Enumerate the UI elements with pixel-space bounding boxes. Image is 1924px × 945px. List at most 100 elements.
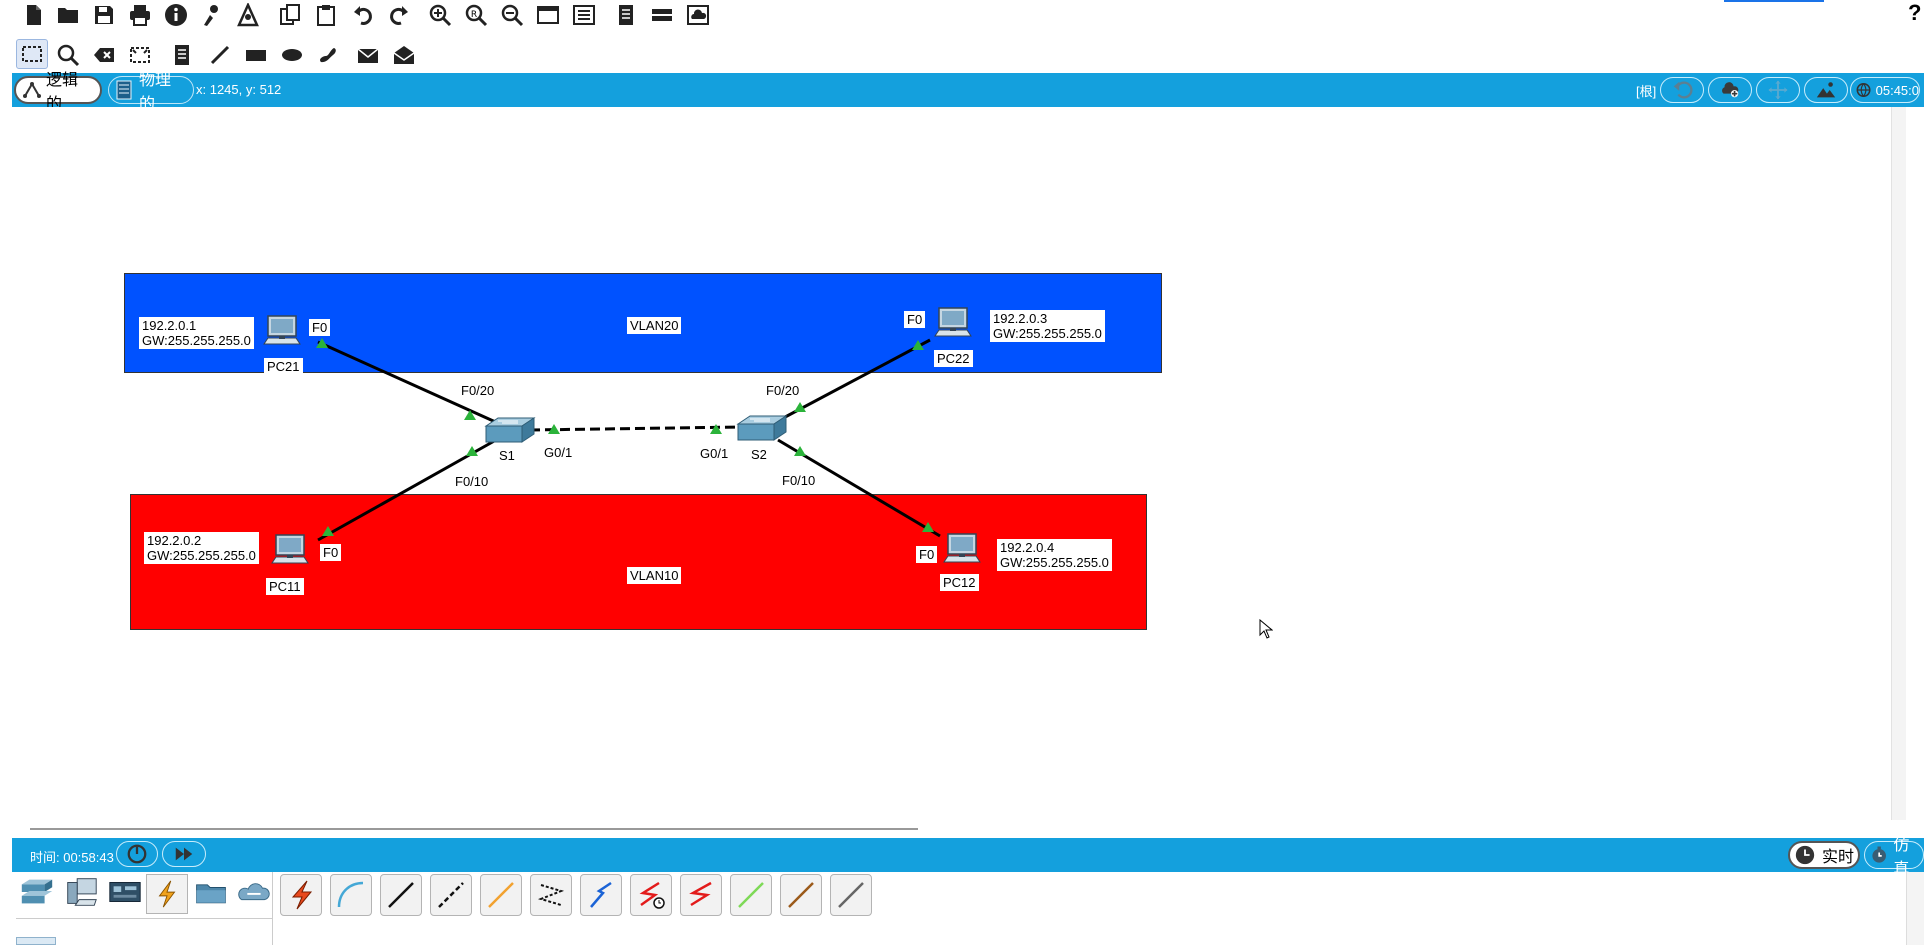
activity-wizard-icon[interactable] <box>198 1 226 29</box>
edit-toolbar <box>0 36 1924 72</box>
cable-serial-dte[interactable] <box>680 874 722 916</box>
realtime-mode-button[interactable]: 实时 <box>1788 841 1860 869</box>
print-icon[interactable] <box>126 1 154 29</box>
category-divider <box>16 918 272 919</box>
cable-usb[interactable] <box>830 874 872 916</box>
draw-line-icon[interactable] <box>206 41 234 69</box>
module-icon <box>109 882 141 902</box>
viewport-button[interactable]: 05:45:0 <box>1850 77 1920 103</box>
help-icon[interactable]: ? <box>1908 0 1921 26</box>
switch-s2-icon[interactable] <box>736 414 788 444</box>
simulation-mode-button[interactable]: 仿真 <box>1864 837 1924 878</box>
cloud-picture-icon[interactable] <box>684 1 712 29</box>
fast-forward-icon <box>175 847 193 861</box>
custom-device-icon[interactable] <box>234 1 262 29</box>
pc12-address-label: 192.2.0.4 GW:255.255.255.0 <box>997 539 1112 571</box>
pc21-gw: GW:255.255.255.0 <box>142 333 251 348</box>
zoom-out-icon[interactable] <box>498 1 526 29</box>
vertical-scrollbar-track[interactable] <box>1891 107 1906 820</box>
delete-tool-icon[interactable] <box>90 41 118 69</box>
pc12-icon[interactable] <box>942 532 982 568</box>
copy-icon[interactable] <box>276 1 304 29</box>
notes-icon[interactable] <box>612 1 640 29</box>
cable-straight-through[interactable] <box>380 874 422 916</box>
pc11-icon[interactable] <box>270 533 310 569</box>
switch-s1-icon[interactable] <box>484 416 536 446</box>
inspect-tool-icon[interactable] <box>54 41 82 69</box>
add-complex-pdu-icon[interactable] <box>390 41 418 69</box>
move-arrows-icon <box>1768 80 1788 100</box>
octal-icon <box>738 882 764 908</box>
tab-logical[interactable]: 逻辑的 <box>14 72 102 113</box>
select-tool-icon[interactable] <box>16 39 48 69</box>
tab-physical[interactable]: 物理的 <box>108 72 194 113</box>
cable-coaxial[interactable] <box>580 874 622 916</box>
fast-forward-button[interactable] <box>162 841 206 867</box>
pc11-name-label: PC11 <box>266 578 304 595</box>
subcategory-selected[interactable] <box>16 937 56 945</box>
save-icon[interactable] <box>90 1 118 29</box>
draw-ellipse-icon[interactable] <box>278 41 306 69</box>
undo-icon[interactable] <box>350 1 378 29</box>
horizontal-scrollbar[interactable] <box>12 820 1906 838</box>
cable-panel-scrollbar[interactable] <box>1906 872 1924 945</box>
cable-console[interactable] <box>330 874 372 916</box>
cable-fiber[interactable] <box>480 874 522 916</box>
globe-clock-icon <box>1856 83 1871 97</box>
cable-iot-custom[interactable] <box>780 874 822 916</box>
set-background-button[interactable] <box>1804 77 1848 103</box>
power-cycle-icon <box>127 844 147 864</box>
cable-phone[interactable] <box>530 874 572 916</box>
category-end-devices[interactable] <box>60 874 102 910</box>
drawing-palette-icon[interactable] <box>534 1 562 29</box>
cable-auto-connect[interactable] <box>280 874 322 916</box>
redo-icon[interactable] <box>384 1 412 29</box>
horizontal-scrollbar-thumb[interactable] <box>30 828 918 830</box>
category-components[interactable] <box>104 874 146 910</box>
new-cluster-button[interactable] <box>1708 77 1752 103</box>
info-icon[interactable] <box>162 1 190 29</box>
pc21-icon[interactable] <box>262 314 302 350</box>
category-miscellaneous[interactable] <box>190 874 232 910</box>
place-note-icon[interactable] <box>168 41 196 69</box>
device-bar-icon[interactable] <box>648 1 676 29</box>
top-right-link[interactable] <box>1724 0 1824 2</box>
logical-view-icon <box>22 80 42 100</box>
new-file-icon[interactable] <box>20 1 48 29</box>
paste-icon[interactable] <box>312 1 340 29</box>
clock-icon <box>1795 845 1815 865</box>
pc12-port-label: F0 <box>916 546 938 563</box>
pc22-icon[interactable] <box>933 306 973 342</box>
category-connections[interactable] <box>146 874 188 914</box>
cable-octal[interactable] <box>730 874 772 916</box>
custom-device-dialog-icon[interactable] <box>570 1 598 29</box>
zoom-reset-icon[interactable]: R <box>462 1 490 29</box>
add-simple-pdu-icon[interactable] <box>354 41 382 69</box>
s1-port-trunk-label: G0/1 <box>541 444 576 461</box>
resize-tool-icon[interactable] <box>126 41 154 69</box>
pc21-address-label: 192.2.0.1 GW:255.255.255.0 <box>139 317 254 349</box>
realtime-label: 实时 <box>1822 849 1855 866</box>
freeform-icon[interactable] <box>314 41 342 69</box>
cloud-add-icon <box>1722 82 1739 98</box>
s1-port-up-label: F0/20 <box>458 382 498 399</box>
open-folder-icon[interactable] <box>54 1 82 29</box>
draw-rectangle-icon[interactable] <box>242 41 270 69</box>
category-multiuser[interactable] <box>232 874 274 910</box>
back-button[interactable] <box>1660 77 1704 103</box>
landscape-icon <box>1816 82 1836 98</box>
pc22-port-label: F0 <box>904 311 926 328</box>
cable-serial-dce[interactable] <box>630 874 672 916</box>
move-object-button[interactable] <box>1756 77 1800 103</box>
power-cycle-button[interactable] <box>116 841 158 867</box>
logical-workspace[interactable] <box>12 107 1906 820</box>
pc22-name-label: PC22 <box>934 350 973 367</box>
cable-cross-over[interactable] <box>430 874 472 916</box>
zoom-in-icon[interactable] <box>426 1 454 29</box>
fiber-icon <box>488 882 514 908</box>
category-network-devices[interactable] <box>16 874 58 910</box>
s2-port-up-label: F0/20 <box>763 382 803 399</box>
elapsed-time: 时间: 00:58:43 <box>30 850 114 865</box>
straight-through-icon <box>388 882 414 908</box>
simulation-bar <box>12 838 1924 872</box>
